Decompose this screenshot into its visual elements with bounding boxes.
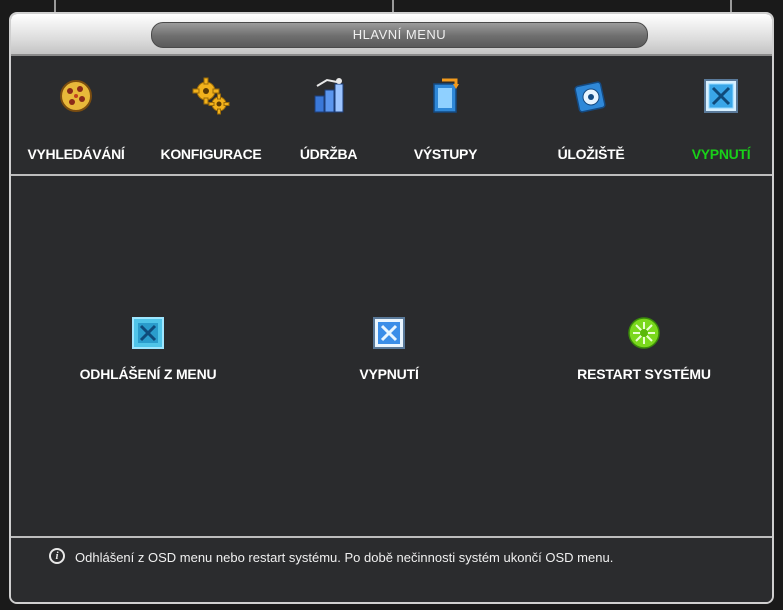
power-off-label: VYPNUTÍ bbox=[359, 366, 419, 382]
power-off-button[interactable]: VYPNUTÍ bbox=[329, 316, 449, 382]
title-bar: HLAVNÍ MENU bbox=[11, 14, 772, 56]
menu-item-search[interactable]: VYHLEDÁVÁNÍ bbox=[11, 56, 141, 174]
search-icon bbox=[60, 80, 92, 112]
menu-item-shutdown-label: VYPNUTÍ bbox=[691, 146, 751, 162]
shutdown-panel: ODHLÁŠENÍ Z MENU VYPNUTÍ RESTART SYSTÉMU bbox=[11, 176, 772, 536]
menu-item-search-label: VYHLEDÁVÁNÍ bbox=[27, 146, 125, 162]
status-bar: i Odhlášení z OSD menu nebo restart syst… bbox=[11, 536, 772, 602]
maintenance-icon bbox=[314, 78, 343, 113]
menu-item-outputs-label: VÝSTUPY bbox=[413, 146, 478, 162]
output-icon bbox=[432, 78, 459, 113]
menu-item-shutdown[interactable]: VYPNUTÍ bbox=[666, 56, 772, 174]
status-message: Odhlášení z OSD menu nebo restart systém… bbox=[75, 550, 614, 565]
menu-item-storage[interactable]: ÚLOŽIŠTĚ bbox=[531, 56, 651, 174]
window-title: HLAVNÍ MENU bbox=[151, 22, 648, 48]
shutdown-icon bbox=[704, 79, 738, 113]
menu-item-configuration[interactable]: KONFIGURACE bbox=[141, 56, 281, 174]
restart-system-label: RESTART SYSTÉMU bbox=[577, 366, 711, 382]
logout-icon bbox=[132, 317, 164, 349]
menu-item-storage-label: ÚLOŽIŠTĚ bbox=[557, 146, 625, 162]
menu-item-outputs[interactable]: VÝSTUPY bbox=[383, 56, 508, 174]
menu-item-maintenance-label: ÚDRŽBA bbox=[299, 146, 358, 162]
main-menu-toolbar: VYHLEDÁVÁNÍ KONFIGURACE ÚDRŽBA VÝSTUPY Ú… bbox=[11, 56, 772, 174]
gears-icon bbox=[192, 77, 230, 115]
info-icon: i bbox=[49, 548, 65, 564]
power-off-icon bbox=[373, 317, 405, 349]
logout-menu-label: ODHLÁŠENÍ Z MENU bbox=[79, 366, 217, 382]
restart-system-button[interactable]: RESTART SYSTÉMU bbox=[539, 316, 749, 382]
menu-item-maintenance[interactable]: ÚDRŽBA bbox=[281, 56, 376, 174]
logout-menu-button[interactable]: ODHLÁŠENÍ Z MENU bbox=[53, 316, 243, 382]
storage-icon bbox=[574, 81, 606, 113]
restart-icon bbox=[628, 317, 660, 349]
menu-item-configuration-label: KONFIGURACE bbox=[160, 146, 262, 162]
main-menu-window: HLAVNÍ MENU VYHLEDÁVÁNÍ KONFIGURACE ÚDRŽ… bbox=[9, 12, 774, 604]
